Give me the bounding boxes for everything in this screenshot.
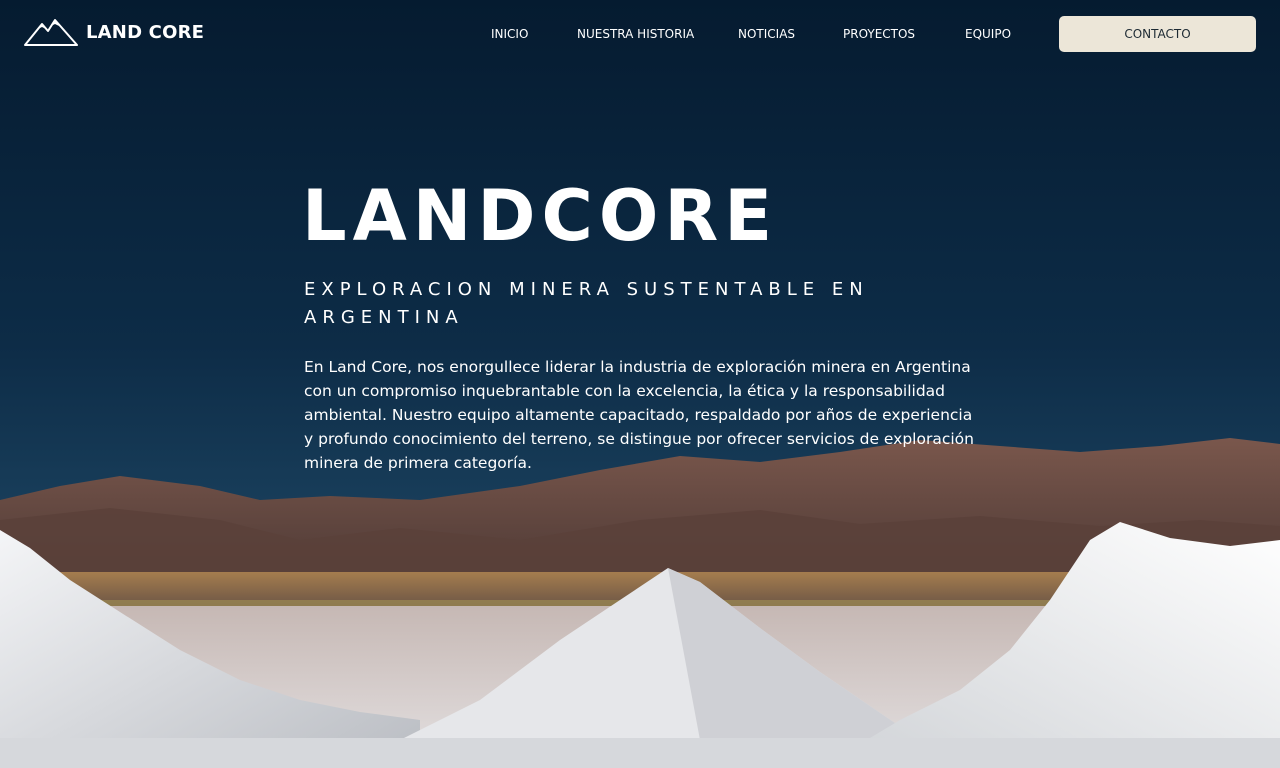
hero-description: En Land Core, nos enorgullece liderar la… [304, 358, 974, 472]
brand-name: LAND CORE [86, 22, 205, 43]
nav-item-noticias[interactable]: NOTICIAS [738, 26, 795, 42]
nav-item-nuestra-historia[interactable]: NUESTRA HISTORIA [577, 26, 694, 42]
nav-item-equipo[interactable]: EQUIPO [965, 26, 1011, 42]
contact-button[interactable]: CONTACTO [1059, 16, 1256, 52]
mountain-logo-icon [24, 19, 78, 46]
brand-logo-link[interactable]: LAND CORE [24, 18, 204, 48]
nav-item-inicio[interactable]: INICIO [491, 26, 528, 42]
top-navbar: LAND CORE INICIO NUESTRA HISTORIA NOTICI… [0, 0, 1280, 68]
nav-item-proyectos[interactable]: PROYECTOS [843, 26, 915, 42]
hero-title: LANDCORE [302, 175, 779, 257]
hero-subtitle: EXPLORACION MINERA SUSTENTABLE EN ARGENT… [304, 279, 869, 328]
